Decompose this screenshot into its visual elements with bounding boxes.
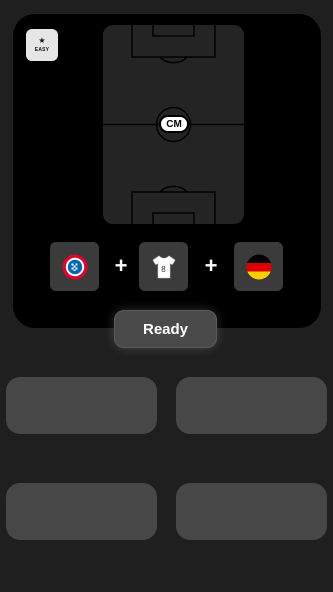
club-clue-slot <box>50 242 99 291</box>
answer-option-1[interactable] <box>6 377 157 434</box>
club-crest-icon <box>62 254 87 279</box>
app-logo: ★ EASY <box>26 29 58 61</box>
nationality-clue-slot <box>234 242 283 291</box>
position-chip: CM <box>159 115 189 133</box>
plus-sign: + <box>114 253 128 278</box>
answer-option-4[interactable] <box>176 483 327 540</box>
answer-option-2[interactable] <box>176 377 327 434</box>
jersey-number: 8 <box>161 264 166 274</box>
jersey-clue-slot: 8 <box>139 242 188 291</box>
germany-flag-icon <box>246 254 271 279</box>
star-icon: ★ <box>38 36 46 45</box>
plus-sign: + <box>204 253 218 278</box>
game-screen: ★ EASY CM + 8 + Ready <box>0 0 333 592</box>
ready-button[interactable]: Ready <box>114 310 217 348</box>
jersey-icon: 8 <box>151 254 177 280</box>
answer-option-3[interactable] <box>6 483 157 540</box>
logo-text: EASY <box>34 47 50 53</box>
